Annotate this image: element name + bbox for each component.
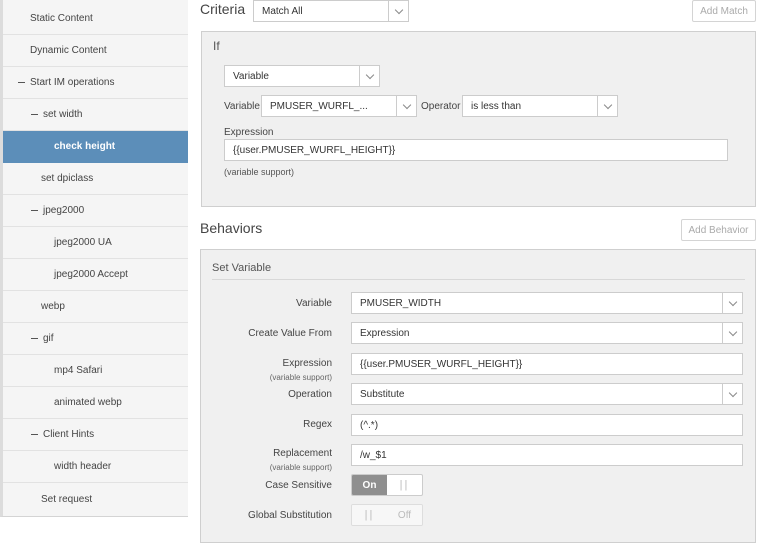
collapse-icon[interactable] — [18, 82, 25, 83]
sidebar-item-label: Dynamic Content — [30, 45, 107, 56]
replacement-input[interactable]: /w_$1 — [351, 444, 743, 466]
sidebar-item-label: check height — [54, 141, 116, 152]
chevron-down-icon — [359, 66, 379, 86]
global-substitution-toggle[interactable]: || Off — [351, 504, 423, 526]
sidebar-item-label: Set request — [41, 493, 93, 505]
behavior-variable-select[interactable]: PMUSER_WIDTH — [351, 292, 743, 314]
sidebar-item-client-hints[interactable]: Client Hints — [3, 419, 188, 451]
sidebar-item-width-header[interactable]: width header — [3, 451, 188, 483]
sidebar-item-label: set dpiclass — [41, 173, 94, 184]
chevron-down-icon — [388, 1, 408, 21]
sidebar-item-start-im-operations[interactable]: Start IM operations — [3, 67, 188, 99]
toggle-grip-icon: || — [352, 505, 387, 525]
sidebar-item-jpeg2000[interactable]: jpeg2000 — [3, 195, 188, 227]
condition-type-select[interactable]: Variable — [224, 65, 380, 87]
operation-value: Substitute — [360, 388, 405, 400]
collapse-icon[interactable] — [31, 210, 38, 211]
sidebar-item-set-request[interactable]: Set request — [3, 483, 188, 515]
chevron-down-icon — [722, 384, 742, 404]
behavior-variable-value: PMUSER_WIDTH — [360, 297, 442, 309]
behavior-expression-label: Expression — [282, 358, 332, 369]
sidebar-item-label: jpeg2000 — [43, 205, 85, 216]
sidebar-item-set-width[interactable]: set width — [3, 99, 188, 131]
case-sensitive-toggle[interactable]: On || — [351, 474, 423, 496]
if-condition-box: If Variable Variable PMUSER_WURFL_... Op… — [201, 31, 756, 207]
expression-label: Expression — [224, 127, 274, 138]
add-match-button[interactable]: Add Match — [692, 0, 756, 22]
condition-type-value: Variable — [233, 70, 269, 82]
behavior-divider — [212, 279, 745, 280]
collapse-icon[interactable] — [31, 114, 38, 115]
sidebar-item-label: jpeg2000 Accept — [54, 269, 128, 280]
sidebar-item-label: gif — [43, 333, 54, 344]
sidebar-item-jpeg2000-accept[interactable]: jpeg2000 Accept — [3, 259, 188, 291]
sidebar-item-mp4-safari[interactable]: mp4 Safari — [3, 355, 188, 387]
add-behavior-button[interactable]: Add Behavior — [681, 219, 756, 241]
chevron-down-icon — [597, 96, 617, 116]
rule-editor: Criteria Match All Add Match If Variable… — [200, 0, 767, 553]
sidebar-item-label: width header — [54, 461, 112, 472]
toggle-grip-icon: || — [399, 479, 410, 491]
sidebar-item-jpeg2000-ua[interactable]: jpeg2000 UA — [3, 227, 188, 259]
create-value-from-select[interactable]: Expression — [351, 322, 743, 344]
chevron-down-icon — [722, 293, 742, 313]
sidebar-item-animated-webp[interactable]: animated webp — [3, 387, 188, 419]
sidebar-item-set-dpiclass[interactable]: set dpiclass — [3, 163, 188, 195]
set-variable-heading: Set Variable — [212, 262, 272, 274]
operator-value: is less than — [471, 100, 522, 112]
replacement-sublabel: (variable support) — [269, 463, 332, 472]
toggle-off-segment: Off — [387, 505, 422, 525]
toggle-on-segment: On — [352, 475, 387, 495]
sidebar-item-label: mp4 Safari — [54, 365, 103, 376]
operator-select[interactable]: is less than — [462, 95, 618, 117]
match-type-value: Match All — [262, 5, 303, 17]
sidebar-item-label: Client Hints — [43, 429, 95, 440]
rules-sidebar: Static Content Dynamic Content Start IM … — [0, 0, 188, 517]
operation-label: Operation — [288, 389, 332, 400]
behavior-variable-label: Variable — [296, 298, 332, 309]
chevron-down-icon — [396, 96, 416, 116]
behaviors-heading: Behaviors — [200, 220, 263, 236]
collapse-icon[interactable] — [31, 338, 38, 339]
global-substitution-label: Global Substitution — [248, 510, 332, 521]
match-type-select[interactable]: Match All — [253, 0, 409, 22]
condition-expression-input[interactable]: {{user.PMUSER_WURFL_HEIGHT}} — [224, 139, 728, 161]
sidebar-item-label: animated webp — [54, 397, 122, 408]
operator-label: Operator — [421, 101, 461, 112]
if-heading: If — [213, 39, 220, 53]
regex-label: Regex — [303, 419, 332, 430]
replacement-label: Replacement — [273, 448, 332, 459]
variable-support-note: (variable support) — [224, 167, 295, 177]
collapse-icon[interactable] — [31, 434, 38, 435]
sidebar-item-label: Start IM operations — [30, 77, 115, 88]
operation-select[interactable]: Substitute — [351, 383, 743, 405]
sidebar-item-check-height[interactable]: check height — [3, 131, 188, 163]
sidebar-item-webp[interactable]: webp — [3, 291, 188, 323]
case-sensitive-label: Case Sensitive — [265, 480, 332, 491]
behavior-expression-sublabel: (variable support) — [269, 373, 332, 382]
chevron-down-icon — [722, 323, 742, 343]
sidebar-item-label: set width — [43, 109, 83, 120]
behavior-expression-input[interactable]: {{user.PMUSER_WURFL_HEIGHT}} — [351, 353, 743, 375]
condition-variable-value: PMUSER_WURFL_... — [270, 100, 368, 112]
criteria-heading: Criteria — [200, 1, 246, 17]
create-value-from-value: Expression — [360, 327, 410, 339]
sidebar-item-gif[interactable]: gif — [3, 323, 188, 355]
sidebar-item-dynamic-content[interactable]: Dynamic Content — [3, 35, 188, 67]
condition-variable-select[interactable]: PMUSER_WURFL_... — [261, 95, 417, 117]
sidebar-item-label: Static Content — [30, 13, 93, 24]
sidebar-item-label: webp — [41, 301, 65, 312]
regex-input[interactable]: (^.*) — [351, 414, 743, 436]
variable-label: Variable — [224, 101, 260, 112]
create-value-from-label: Create Value From — [248, 328, 332, 339]
sidebar-item-label: jpeg2000 UA — [54, 237, 112, 248]
set-variable-behavior-box: Set Variable Variable PMUSER_WIDTH Creat… — [200, 249, 756, 543]
sidebar-item-static-content[interactable]: Static Content — [3, 3, 188, 35]
